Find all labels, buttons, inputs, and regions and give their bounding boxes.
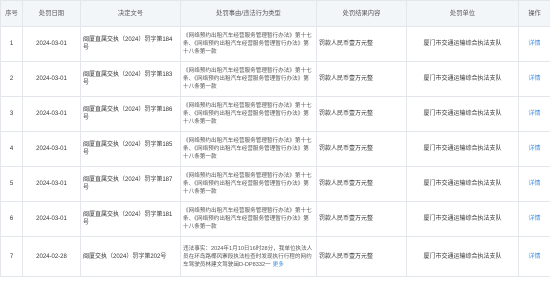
row-doc-number: 闽厦直属交执（2024）罚字第181号 (80, 201, 181, 237)
row-reason-cell: 违法事实：2024年1月10日16时28分，我单位执法人员在环岛路椰风寨段执法检… (180, 236, 317, 277)
row-reason: 《网络预约出租汽车经营服务管理暂行办法》第十七条、《网络预约出租汽车经营服务管理… (180, 96, 317, 132)
row-doc-number: 闽厦直属交执（2024）罚字第183号 (80, 61, 181, 97)
table-row: 3 2024-03-01 闽厦直属交执（2024）罚字第186号 《网络预约出租… (0, 96, 550, 132)
row-reason: 《网络预约出租汽车经营服务管理暂行办法》第十七条、《网络预约出租汽车经营服务管理… (180, 61, 317, 97)
row-index: 3 (0, 96, 23, 132)
row-result: 罚款人民币壹万元整 (316, 201, 407, 237)
row-doc-number: 闽厦交执（2024）罚字第202号 (80, 236, 181, 277)
row-unit: 厦门市交通运输综合执法支队 (406, 236, 519, 277)
row-reason: 《网络预约出租汽车经营服务管理暂行办法》第十七条、《网络预约出租汽车经营服务管理… (180, 131, 317, 167)
row-doc-number: 闽厦直属交执（2024）罚字第185号 (80, 131, 181, 167)
details-link[interactable]: 详情 (518, 131, 550, 167)
header-result: 处罚结果内容 (316, 0, 407, 27)
row-index: 6 (0, 201, 23, 237)
row-date: 2024-03-01 (22, 166, 81, 202)
details-link[interactable]: 详情 (518, 166, 550, 202)
row-date: 2024-03-01 (22, 26, 81, 62)
row-date: 2024-02-28 (22, 236, 81, 277)
row-reason: 《网络预约出租汽车经营服务管理暂行办法》第十七条、《网络预约出租汽车经营服务管理… (180, 201, 317, 237)
row-doc-number: 闽厦直属交执（2024）罚字第186号 (80, 96, 181, 132)
header-reason: 处罚事由/违法行为类型 (180, 0, 317, 27)
details-link[interactable]: 详情 (518, 236, 550, 277)
row-reason: 违法事实：2024年1月10日16时28分，我单位执法人员在环岛路椰风寨段执法检… (183, 245, 313, 268)
row-result: 罚款人民币壹万元整 (316, 166, 407, 202)
row-index: 7 (0, 236, 23, 277)
row-date: 2024-03-01 (22, 61, 81, 97)
details-link[interactable]: 详情 (518, 201, 550, 237)
row-date: 2024-03-01 (22, 201, 81, 237)
table-header-row: 序号 处罚日期 决定文号 处罚事由/违法行为类型 处罚结果内容 处罚单位 操作 (0, 0, 550, 27)
row-result: 罚款人民币壹万元整 (316, 61, 407, 97)
table-row: 4 2024-03-01 闽厦直属交执（2024）罚字第185号 《网络预约出租… (0, 131, 550, 167)
details-link[interactable]: 详情 (518, 61, 550, 97)
row-doc-number: 闽厦直属交执（2024）罚字第187号 (80, 166, 181, 202)
row-reason: 《网络预约出租汽车经营服务管理暂行办法》第十七条、《网络预约出租汽车经营服务管理… (180, 26, 317, 62)
row-unit: 厦门市交通运输综合执法支队 (406, 96, 519, 132)
more-link[interactable]: 更多 (273, 262, 284, 268)
row-result: 罚款人民币壹万元整 (316, 131, 407, 167)
row-result: 罚款人民币壹万元整 (316, 26, 407, 62)
header-index: 序号 (0, 0, 23, 27)
row-unit: 厦门市交通运输综合执法支队 (406, 61, 519, 97)
row-result: 罚款人民币壹万元整 (316, 96, 407, 132)
header-action: 操作 (518, 0, 550, 27)
row-unit: 厦门市交通运输综合执法支队 (406, 131, 519, 167)
header-doc-number: 决定文号 (80, 0, 181, 27)
row-unit: 厦门市交通运输综合执法支队 (406, 26, 519, 62)
details-link[interactable]: 详情 (518, 96, 550, 132)
row-reason: 《网络预约出租汽车经营服务管理暂行办法》第十七条、《网络预约出租汽车经营服务管理… (180, 166, 317, 202)
table-row: 7 2024-02-28 闽厦交执（2024）罚字第202号 违法事实：2024… (0, 236, 550, 277)
row-result: 罚款人民币壹万元整 (316, 236, 407, 277)
row-index: 4 (0, 131, 23, 167)
row-index: 1 (0, 26, 23, 62)
table-row: 1 2024-03-01 闽厦直属交执（2024）罚字第184号 《网络预约出租… (0, 26, 550, 62)
header-unit: 处罚单位 (406, 0, 519, 27)
row-unit: 厦门市交通运输综合执法支队 (406, 166, 519, 202)
row-index: 5 (0, 166, 23, 202)
table-row: 6 2024-03-01 闽厦直属交执（2024）罚字第181号 《网络预约出租… (0, 201, 550, 237)
table-row: 2 2024-03-01 闽厦直属交执（2024）罚字第183号 《网络预约出租… (0, 61, 550, 97)
details-link[interactable]: 详情 (518, 26, 550, 62)
row-date: 2024-03-01 (22, 96, 81, 132)
row-index: 2 (0, 61, 23, 97)
header-date: 处罚日期 (22, 0, 81, 27)
penalty-table: 序号 处罚日期 决定文号 处罚事由/违法行为类型 处罚结果内容 处罚单位 操作 … (0, 0, 550, 277)
row-date: 2024-03-01 (22, 131, 81, 167)
row-unit: 厦门市交通运输综合执法支队 (406, 201, 519, 237)
table-row: 5 2024-03-01 闽厦直属交执（2024）罚字第187号 《网络预约出租… (0, 166, 550, 202)
row-doc-number: 闽厦直属交执（2024）罚字第184号 (80, 26, 181, 62)
